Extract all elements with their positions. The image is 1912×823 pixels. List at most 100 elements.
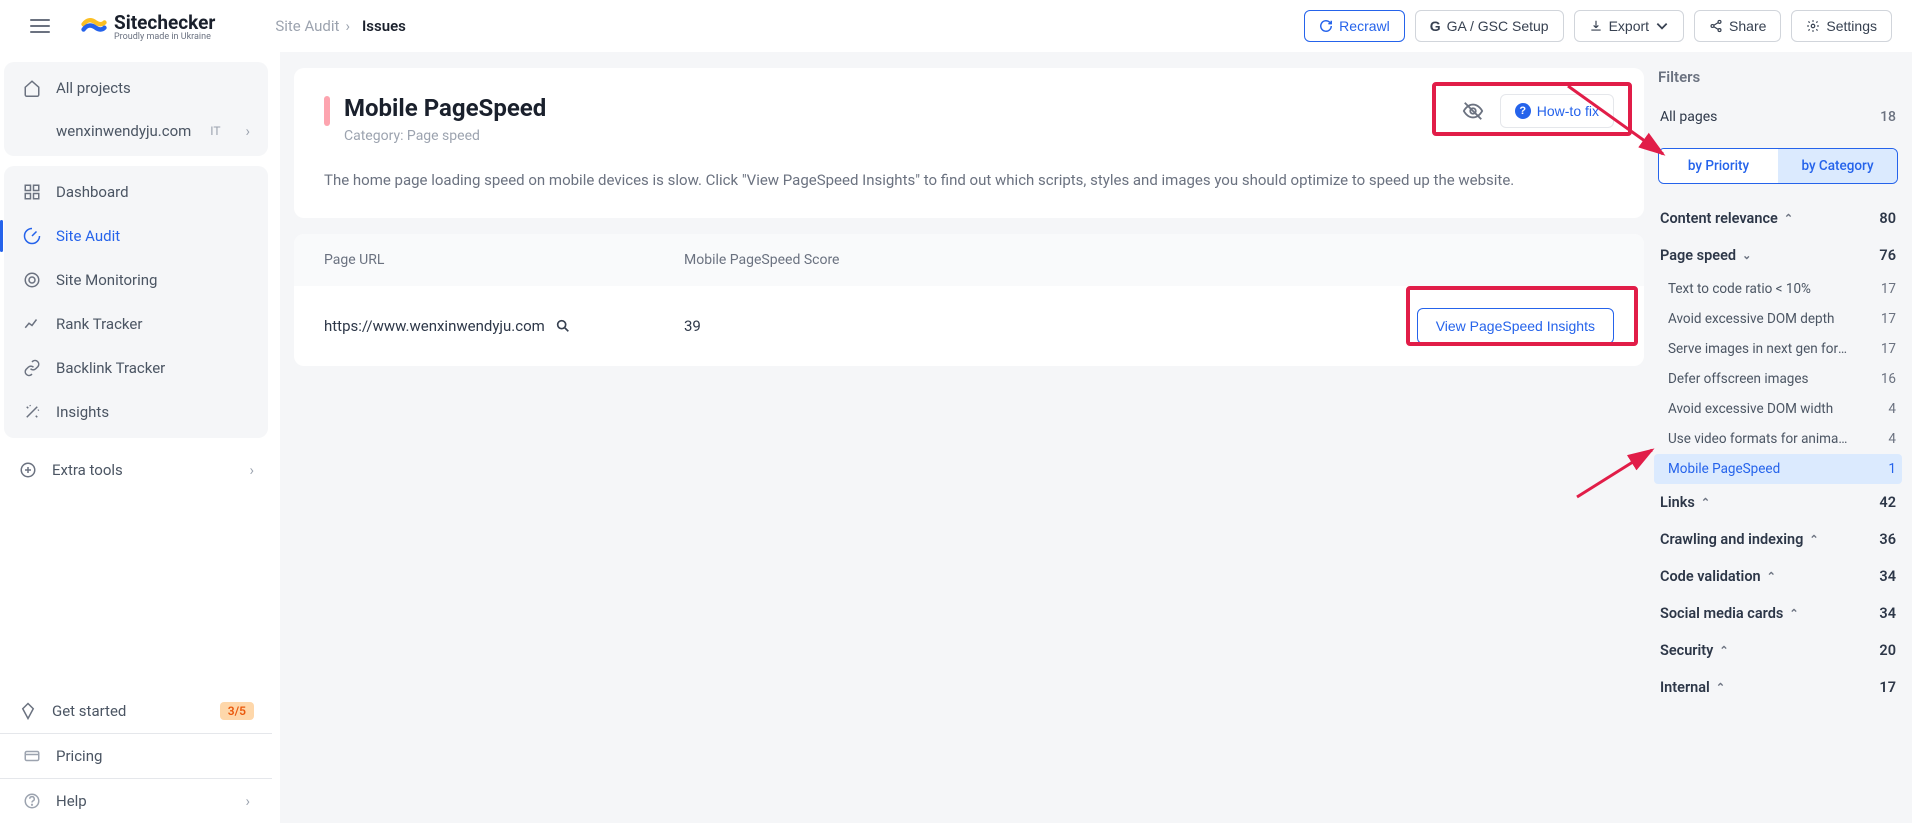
sub-item-label: Mobile PageSpeed — [1668, 461, 1780, 477]
download-icon — [1589, 19, 1603, 33]
sidebar-dashboard[interactable]: Dashboard — [4, 170, 268, 214]
filter-category[interactable]: Security⌃20 — [1658, 632, 1898, 669]
sidebar: All projects wenxinwendyju.com IT › Dash… — [0, 52, 280, 823]
page-url[interactable]: https://www.wenxinwendyju.com — [324, 317, 545, 335]
refresh-icon — [1319, 19, 1333, 33]
filter-sub-item[interactable]: Avoid excessive DOM width4 — [1658, 394, 1898, 424]
filter-category[interactable]: Social media cards⌃34 — [1658, 595, 1898, 632]
sidebar-extra-tools[interactable]: Extra tools › — [0, 448, 272, 492]
filter-sub-item[interactable]: Mobile PageSpeed1 — [1654, 454, 1902, 484]
ga-gsc-button[interactable]: G GA / GSC Setup — [1415, 10, 1564, 42]
filter-sub-item[interactable]: Avoid excessive DOM depth 17 — [1658, 304, 1898, 334]
recrawl-button[interactable]: Recrawl — [1304, 10, 1405, 42]
category-label: Security — [1660, 642, 1713, 659]
chevron-right-icon: › — [245, 792, 250, 810]
menu-toggle[interactable] — [20, 19, 60, 33]
filter-category[interactable]: Links⌃42 — [1658, 484, 1898, 521]
breadcrumb: Site Audit › Issues — [275, 17, 406, 35]
filter-all-pages[interactable]: All pages 18 — [1658, 100, 1898, 134]
export-button[interactable]: Export — [1574, 10, 1684, 42]
view-pagespeed-button[interactable]: View PageSpeed Insights — [1417, 308, 1614, 344]
chevron-right-icon: › — [249, 461, 254, 479]
sidebar-site-monitoring[interactable]: Site Monitoring — [4, 258, 268, 302]
filter-category[interactable]: Content relevance⌃80 — [1658, 200, 1898, 237]
breadcrumb-parent[interactable]: Site Audit — [275, 17, 339, 35]
category-label: Internal — [1660, 679, 1710, 696]
question-icon: ? — [1515, 103, 1531, 119]
issue-card: Mobile PageSpeed Category: Page speed ? … — [294, 68, 1644, 218]
sidebar-insights[interactable]: Insights — [4, 390, 268, 434]
site-label: wenxinwendyju.com — [56, 122, 191, 140]
filter-sub-item[interactable]: Serve images in next gen forma...17 — [1658, 334, 1898, 364]
category-label: Social media cards — [1660, 605, 1783, 622]
settings-button[interactable]: Settings — [1791, 10, 1892, 42]
sub-item-label: Use video formats for animated ... — [1668, 431, 1848, 447]
sidebar-backlink-tracker[interactable]: Backlink Tracker — [4, 346, 268, 390]
header-actions: Recrawl G GA / GSC Setup Export Share Se… — [1304, 10, 1892, 42]
sub-item-count: 4 — [1888, 431, 1896, 447]
filter-category[interactable]: Page speed⌄76 — [1658, 237, 1898, 274]
howto-fix-button[interactable]: ? How-to fix — [1500, 94, 1614, 128]
tab-by-category[interactable]: by Category — [1778, 149, 1897, 183]
sidebar-site[interactable]: wenxinwendyju.com IT › — [4, 110, 268, 152]
col-score: Mobile PageSpeed Score — [684, 252, 1614, 268]
help-icon — [22, 791, 42, 811]
category-count: 17 — [1879, 679, 1896, 696]
sub-item-label: Avoid excessive DOM depth — [1668, 311, 1834, 327]
card-icon — [22, 746, 42, 766]
sidebar-get-started[interactable]: Get started 3/5 — [0, 689, 272, 733]
sidebar-help[interactable]: Help › — [0, 778, 272, 823]
chevron-right-icon: › — [245, 122, 250, 140]
share-label: Share — [1729, 18, 1766, 34]
sidebar-site-audit[interactable]: Site Audit — [4, 214, 268, 258]
chevron-up-icon: ⌃ — [1809, 533, 1818, 546]
logo-icon — [80, 15, 108, 37]
filter-sub-item[interactable]: Defer offscreen images16 — [1658, 364, 1898, 394]
chevron-up-icon: ⌃ — [1789, 607, 1798, 620]
category-count: 42 — [1879, 494, 1896, 511]
sidebar-all-projects[interactable]: All projects — [4, 66, 268, 110]
col-page-url: Page URL — [324, 252, 684, 268]
category-label: Links — [1660, 494, 1695, 511]
breadcrumb-separator: › — [345, 17, 350, 35]
category-count: 20 — [1879, 642, 1896, 659]
category-count: 76 — [1879, 247, 1896, 264]
severity-indicator — [324, 96, 330, 126]
table-row: https://www.wenxinwendyju.com 39 View Pa… — [294, 286, 1644, 366]
filters-title: Filters — [1658, 68, 1898, 86]
sub-item-count: 4 — [1888, 401, 1896, 417]
diamond-icon — [18, 701, 38, 721]
search-icon[interactable] — [555, 318, 571, 334]
issue-description: The home page loading speed on mobile de… — [324, 168, 1614, 192]
ga-gsc-label: GA / GSC Setup — [1447, 18, 1549, 34]
sub-item-label: Serve images in next gen forma... — [1668, 341, 1848, 357]
category-label: Code validation — [1660, 568, 1761, 585]
filter-category[interactable]: Crawling and indexing⌃36 — [1658, 521, 1898, 558]
all-pages-count: 18 — [1880, 109, 1896, 125]
logo[interactable]: Sitechecker Proudly made in Ukraine — [80, 11, 215, 42]
home-icon — [22, 78, 42, 98]
filter-category[interactable]: Internal ⌃ 17 — [1658, 669, 1898, 706]
app-header: Sitechecker Proudly made in Ukraine Site… — [0, 0, 1912, 52]
eye-off-icon — [1462, 100, 1484, 122]
score-value: 39 — [684, 317, 1417, 335]
share-button[interactable]: Share — [1694, 10, 1781, 42]
sub-item-label: Text to code ratio < 10% — [1668, 281, 1811, 297]
backlink-tracker-label: Backlink Tracker — [56, 359, 165, 377]
all-projects-label: All projects — [56, 79, 131, 97]
sidebar-rank-tracker[interactable]: Rank Tracker — [4, 302, 268, 346]
filter-tabs: by Priority by Category — [1658, 148, 1898, 184]
hide-button[interactable] — [1456, 94, 1490, 128]
chevron-up-icon: ⌃ — [1716, 681, 1725, 694]
tab-by-priority[interactable]: by Priority — [1659, 149, 1778, 183]
filter-sub-item[interactable]: Text to code ratio < 10%17 — [1658, 274, 1898, 304]
main-content: Mobile PageSpeed Category: Page speed ? … — [294, 68, 1644, 807]
dashboard-icon — [22, 182, 42, 202]
dashboard-label: Dashboard — [56, 183, 129, 201]
filter-sub-item[interactable]: Use video formats for animated ... 4 — [1658, 424, 1898, 454]
filter-category[interactable]: Code validation⌃34 — [1658, 558, 1898, 595]
all-pages-label: All pages — [1660, 109, 1717, 125]
sub-item-count: 17 — [1881, 311, 1896, 327]
sidebar-pricing[interactable]: Pricing — [0, 733, 272, 778]
category-label: Page speed — [1660, 247, 1736, 264]
